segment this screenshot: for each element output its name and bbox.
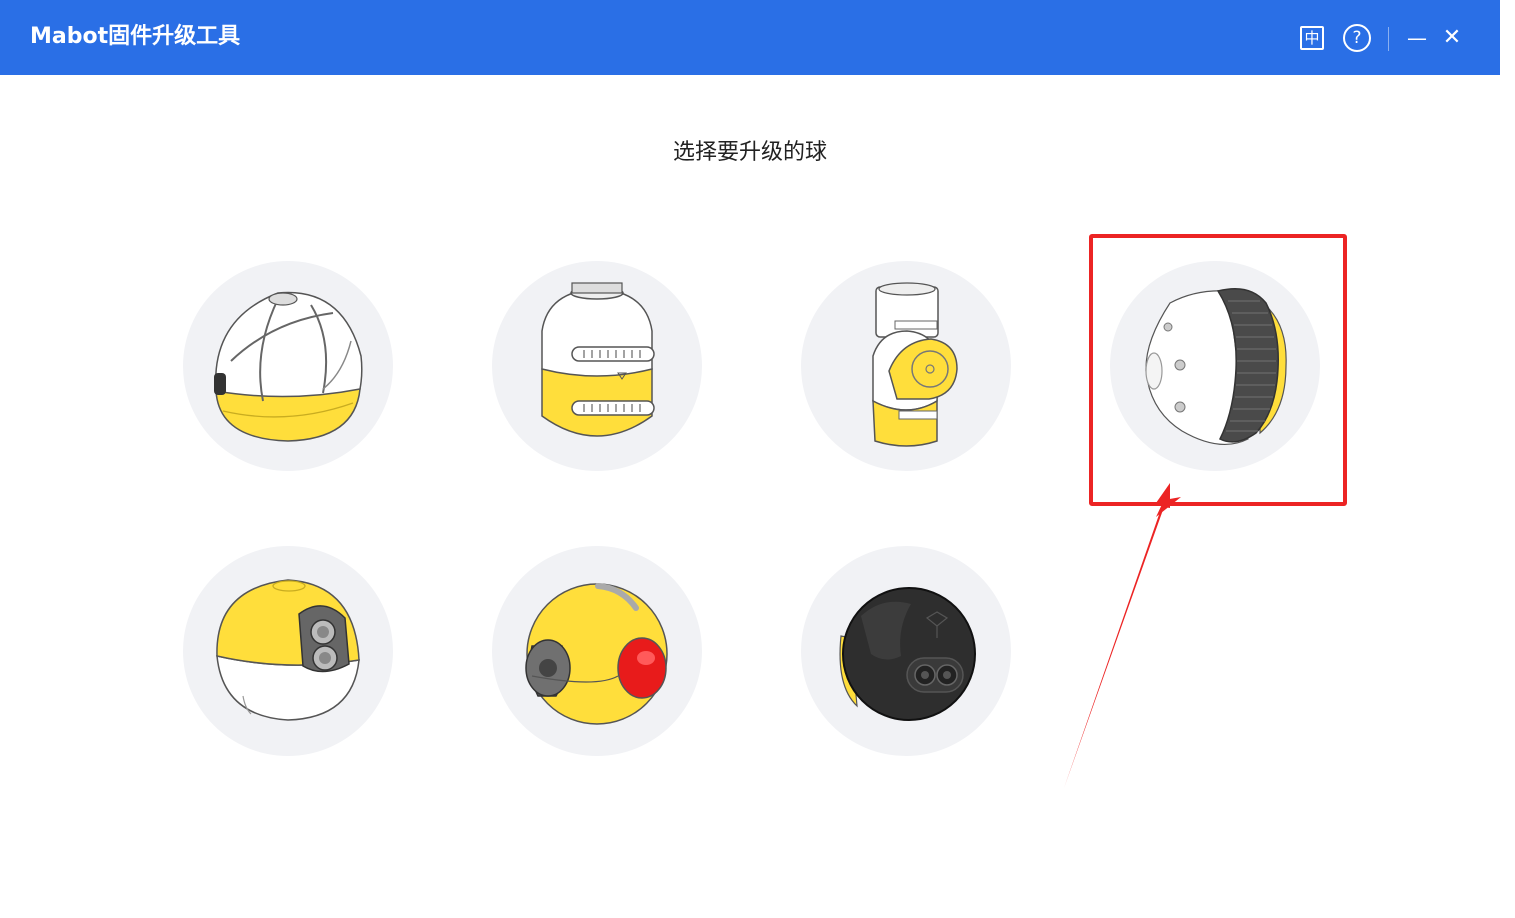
language-button[interactable]: 中: [1297, 22, 1327, 54]
minimize-icon: —: [1407, 26, 1427, 50]
servo-ball-icon: [872, 282, 958, 447]
help-button[interactable]: ?: [1341, 22, 1373, 54]
page-heading: 选择要升级的球: [672, 140, 827, 165]
selection-highlight-box: [1089, 234, 1347, 506]
color-sensor-ball-icon: [525, 583, 668, 725]
ball-option-color-sensor[interactable]: [492, 546, 702, 756]
ball-option-servo[interactable]: [801, 261, 1011, 471]
language-icon: 中: [1300, 26, 1324, 50]
drive-ball-icon: [541, 282, 655, 437]
help-icon: ?: [1343, 24, 1371, 52]
title-divider: [1388, 27, 1389, 51]
title-bar: Mabot固件升级工具 中 ? — ✕: [0, 0, 1500, 75]
ball-option-black-sensor[interactable]: [801, 546, 1011, 756]
ball-option-drive[interactable]: [492, 261, 702, 471]
minimize-button[interactable]: —: [1403, 22, 1431, 54]
ball-option-controller[interactable]: [183, 261, 393, 471]
black-sensor-ball-icon: [839, 587, 976, 721]
close-button[interactable]: ✕: [1438, 22, 1466, 54]
app-title: Mabot固件升级工具: [30, 24, 241, 49]
ball-option-distance-sensor[interactable]: [183, 546, 393, 756]
close-icon: ✕: [1442, 25, 1462, 50]
distance-sensor-ball-icon: [216, 579, 360, 721]
controller-ball-icon: [214, 291, 363, 442]
